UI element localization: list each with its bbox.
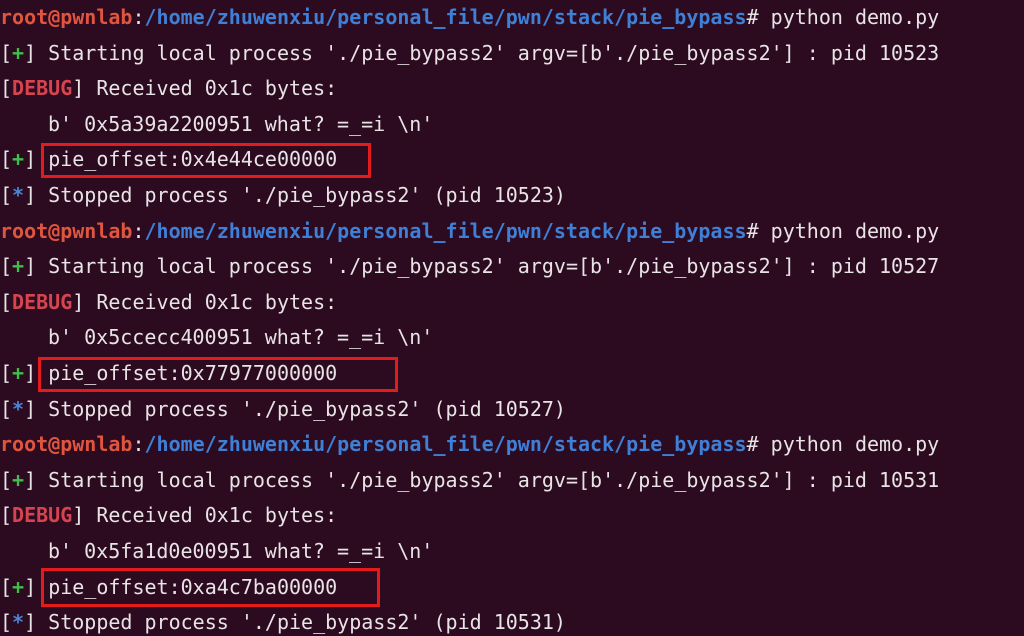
offset-text: pie_offset:0x77977000000: [48, 360, 338, 385]
offset-line: [+] pie_offset:0x77977000000: [0, 356, 1024, 392]
prompt-user: root@pwnlab: [0, 218, 133, 243]
prompt-hash: #: [746, 432, 759, 457]
stop-text: Stopped process './pie_bypass2' (pid 105…: [36, 610, 566, 635]
terminal-window[interactable]: root@pwnlab:/home/zhuwenxiu/personal_fil…: [0, 0, 1024, 636]
stop-line: [*] Stopped process './pie_bypass2' (pid…: [0, 396, 566, 421]
stop-text: Stopped process './pie_bypass2' (pid 105…: [36, 182, 566, 207]
plus-tag: +: [12, 467, 25, 492]
prompt-path: /home/zhuwenxiu/personal_file/pwn/stack/…: [144, 218, 747, 243]
prompt-path: /home/zhuwenxiu/personal_file/pwn/stack/…: [144, 5, 747, 29]
command-text: python demo.py: [758, 218, 940, 243]
star-tag: *: [12, 610, 25, 635]
stop-line: [*] Stopped process './pie_bypass2' (pid…: [0, 182, 566, 207]
debug-line: [DEBUG] Received 0x1c bytes:: [0, 503, 338, 528]
command-text: python demo.py: [758, 5, 940, 29]
offset-line: [+] pie_offset:0x4e44ce00000: [0, 142, 1024, 179]
debug-line: [DEBUG] Received 0x1c bytes:: [0, 76, 338, 101]
plus-tag: +: [12, 147, 25, 172]
start-text: Starting local process './pie_bypass2' a…: [36, 254, 940, 279]
start-text: Starting local process './pie_bypass2' a…: [36, 40, 940, 65]
prompt-colon: :: [132, 5, 145, 29]
received-text: b' 0x5ccecc400951 what? =_=i \n': [48, 325, 434, 350]
debug-text: Received 0x1c bytes:: [84, 289, 338, 314]
debug-tag: DEBUG: [12, 503, 73, 528]
prompt-colon: :: [132, 218, 145, 243]
prompt-colon: :: [132, 432, 145, 457]
prompt-line: root@pwnlab:/home/zhuwenxiu/personal_fil…: [0, 427, 1024, 463]
star-tag: *: [12, 396, 25, 421]
prompt-path: /home/zhuwenxiu/personal_file/pwn/stack/…: [144, 432, 747, 457]
start-line: [+] Starting local process './pie_bypass…: [0, 254, 940, 279]
received-line: b' 0x5a39a2200951 what? =_=i \n': [0, 107, 1024, 143]
prompt-hash: #: [746, 5, 759, 29]
offset-text: pie_offset:0xa4c7ba00000: [48, 574, 338, 599]
start-line: [+] Starting local process './pie_bypass…: [0, 467, 940, 492]
plus-tag: +: [12, 254, 25, 279]
prompt-user: root@pwnlab: [0, 432, 133, 457]
stop-text: Stopped process './pie_bypass2' (pid 105…: [36, 396, 566, 421]
prompt-line: root@pwnlab:/home/zhuwenxiu/personal_fil…: [0, 214, 1024, 250]
stop-line: [*] Stopped process './pie_bypass2' (pid…: [0, 610, 566, 635]
debug-line: [DEBUG] Received 0x1c bytes:: [0, 289, 338, 314]
prompt-hash: #: [746, 218, 759, 243]
received-line: b' 0x5fa1d0e00951 what? =_=i \n': [0, 534, 1024, 570]
start-line: [+] Starting local process './pie_bypass…: [0, 40, 940, 65]
debug-tag: DEBUG: [12, 289, 73, 314]
received-line: b' 0x5ccecc400951 what? =_=i \n': [0, 320, 1024, 356]
offset-line: [+] pie_offset:0xa4c7ba00000: [0, 567, 1024, 607]
plus-tag: +: [12, 360, 25, 385]
plus-tag: +: [12, 40, 25, 65]
debug-text: Received 0x1c bytes:: [84, 503, 338, 528]
received-text: b' 0x5fa1d0e00951 what? =_=i \n': [48, 538, 434, 563]
debug-tag: DEBUG: [12, 76, 73, 101]
debug-text: Received 0x1c bytes:: [84, 76, 338, 101]
received-text: b' 0x5a39a2200951 what? =_=i \n': [48, 111, 434, 136]
offset-text: pie_offset:0x4e44ce00000: [48, 147, 338, 172]
star-tag: *: [12, 182, 25, 207]
plus-tag: +: [12, 574, 25, 599]
prompt-line: root@pwnlab:/home/zhuwenxiu/personal_fil…: [0, 0, 1024, 36]
prompt-user: root@pwnlab: [0, 5, 133, 29]
command-text: python demo.py: [758, 432, 940, 457]
start-text: Starting local process './pie_bypass2' a…: [36, 467, 940, 492]
